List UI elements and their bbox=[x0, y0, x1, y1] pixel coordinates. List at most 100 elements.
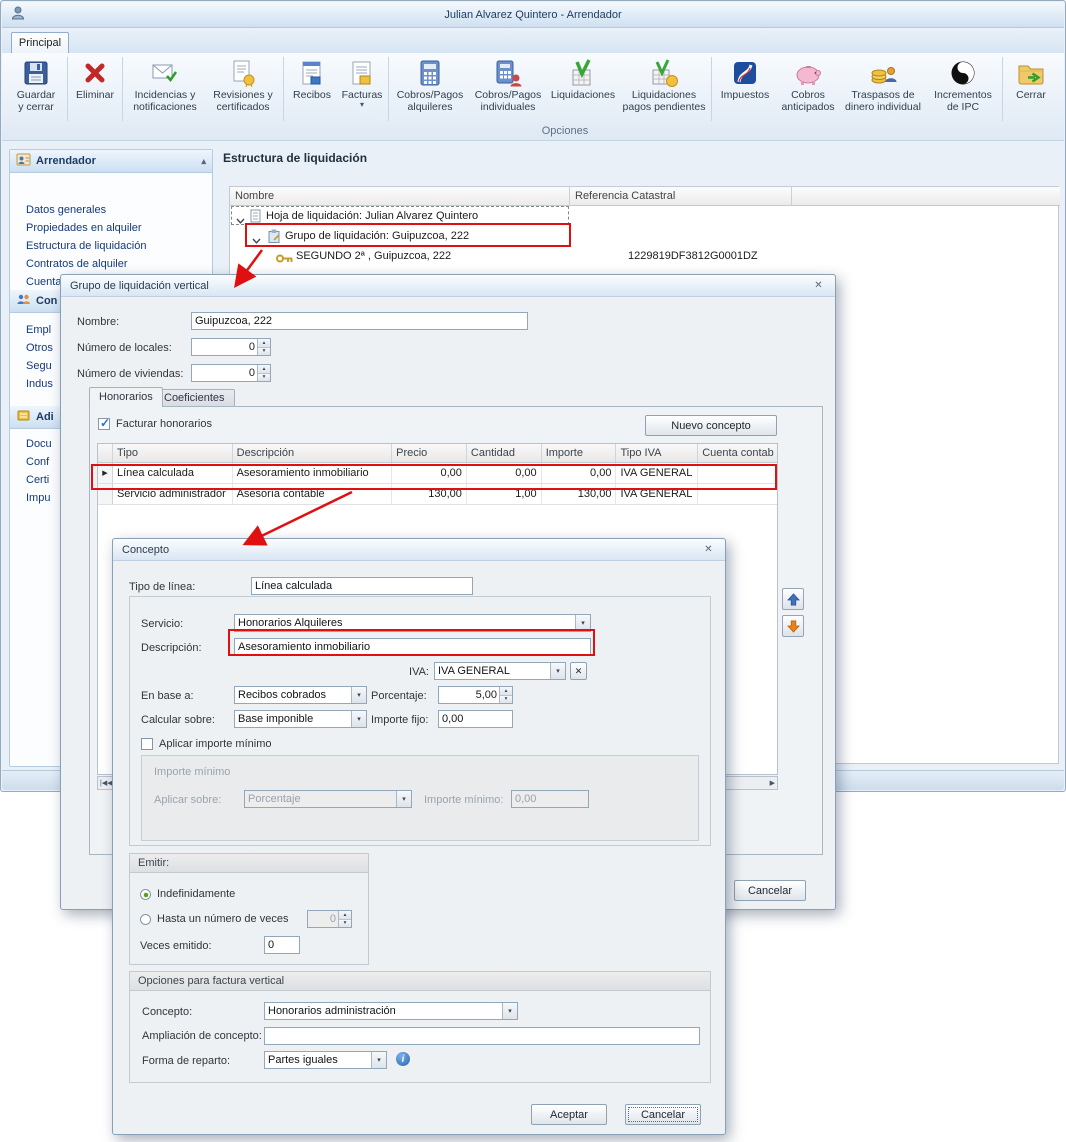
descripcion-input[interactable]: Asesoramiento inmobiliario bbox=[234, 638, 591, 656]
sidebar-item[interactable]: Docu bbox=[26, 438, 52, 450]
hasta-numero-veces-radio[interactable] bbox=[140, 914, 151, 925]
calcular-sobre-select[interactable]: Base imponible▾ bbox=[234, 710, 367, 728]
delete-button[interactable]: Eliminar bbox=[70, 55, 120, 103]
aplicar-importe-minimo-checkbox[interactable] bbox=[141, 738, 153, 750]
viviendas-stepper[interactable]: 0 ▴▾ bbox=[191, 364, 271, 382]
sidebar-item[interactable]: Impu bbox=[26, 492, 50, 504]
facturar-honorarios-checkbox[interactable] bbox=[98, 418, 110, 430]
ampliacion-concepto-input[interactable] bbox=[264, 1027, 700, 1045]
sidebar-item[interactable]: Conf bbox=[26, 456, 49, 468]
grid-header-tipo[interactable]: Tipo bbox=[113, 444, 233, 462]
sidebar-item-propiedades[interactable]: Propiedades en alquiler bbox=[26, 222, 142, 234]
importe-minimo-panel-title: Importe mínimo bbox=[154, 766, 230, 778]
sidebar-item[interactable]: Otros bbox=[26, 342, 53, 354]
advance-payments-button[interactable]: Cobros anticipados bbox=[776, 55, 840, 115]
nuevo-concepto-button[interactable]: Nuevo concepto bbox=[645, 415, 777, 436]
calcular-sobre-label: Calcular sobre: bbox=[141, 714, 215, 726]
tab-coeficientes[interactable]: Coeficientes bbox=[154, 389, 235, 407]
cancel-button[interactable]: Cancelar bbox=[734, 880, 806, 901]
tab-honorarios[interactable]: Honorarios bbox=[89, 387, 163, 407]
ipc-increase-button[interactable]: Incrementos de IPC bbox=[926, 55, 1000, 115]
locales-stepper[interactable]: 0 ▴▾ bbox=[191, 338, 271, 356]
locales-label: Número de locales: bbox=[77, 342, 172, 354]
ribbon-group-label: Opciones bbox=[66, 125, 1064, 137]
forma-reparto-select[interactable]: Partes iguales▾ bbox=[264, 1051, 387, 1069]
individual-payments-button[interactable]: Cobros/Pagos individuales bbox=[469, 55, 547, 115]
iva-select[interactable]: IVA GENERAL▾ bbox=[434, 662, 566, 680]
settlements-button[interactable]: Liquidaciones bbox=[547, 55, 619, 103]
info-icon[interactable]: i bbox=[396, 1052, 410, 1066]
chevron-down-icon[interactable]: ▾ bbox=[550, 663, 565, 679]
grid-header-importe[interactable]: Importe bbox=[542, 444, 617, 462]
certificates-button[interactable]: Revisiones y certificados bbox=[205, 55, 281, 115]
arrendador-icon bbox=[16, 152, 31, 170]
chevron-down-icon[interactable]: ▾ bbox=[575, 615, 590, 631]
close-button[interactable]: Cerrar bbox=[1005, 55, 1057, 103]
importe-fijo-input[interactable]: 0,00 bbox=[438, 710, 513, 728]
grid-header-cantidad[interactable]: Cantidad bbox=[467, 444, 542, 462]
indefinidamente-radio[interactable] bbox=[140, 889, 151, 900]
grid-header-precio[interactable]: Precio bbox=[392, 444, 467, 462]
sidebar-item-contratos[interactable]: Contratos de alquiler bbox=[26, 258, 128, 270]
concepto-select[interactable]: Honorarios administración▾ bbox=[264, 1002, 518, 1020]
grid-header-cuenta[interactable]: Cuenta contab bbox=[698, 444, 777, 462]
scroll-right-icon[interactable]: ▶ bbox=[770, 779, 775, 787]
accept-button[interactable]: Aceptar bbox=[531, 1104, 607, 1125]
porcentaje-stepper[interactable]: 5,00 ▴▾ bbox=[438, 686, 513, 704]
delete-icon bbox=[80, 57, 110, 88]
chevron-down-icon[interactable]: ▾ bbox=[351, 687, 366, 703]
sidebar-section-arrendador[interactable]: Arrendador ▴ bbox=[10, 150, 212, 173]
spin-down-icon[interactable]: ▾ bbox=[258, 374, 270, 382]
rent-payments-button[interactable]: Cobros/Pagos alquileres bbox=[391, 55, 469, 115]
spin-down-icon[interactable]: ▾ bbox=[500, 696, 512, 704]
column-header-referencia[interactable]: Referencia Catastral bbox=[570, 187, 792, 206]
sidebar-item-datos-generales[interactable]: Datos generales bbox=[26, 204, 106, 216]
first-record-icon[interactable]: |◀◀ bbox=[100, 779, 113, 787]
move-up-button[interactable] bbox=[782, 588, 804, 610]
dialog-close-icon[interactable]: ✕ bbox=[811, 280, 826, 291]
tab-principal[interactable]: Principal bbox=[11, 32, 69, 53]
nombre-input[interactable]: Guipuzcoa, 222 bbox=[191, 312, 528, 330]
advance-payments-icon bbox=[793, 57, 823, 88]
grid-row-linea-calculada[interactable]: ▶ Línea calculada Asesoramiento inmobili… bbox=[98, 463, 777, 484]
taxes-button[interactable]: Impuestos bbox=[714, 55, 776, 103]
grid-row-servicio-administrador[interactable]: Servicio administrador Asesoría contable… bbox=[98, 484, 777, 505]
save-close-button[interactable]: Guardar y cerrar bbox=[7, 55, 65, 115]
tree-row-segundo[interactable]: SEGUNDO 2ª , Guipuzcoa, 222 1229819DF381… bbox=[230, 246, 1058, 266]
clear-iva-button[interactable]: ✕ bbox=[570, 662, 587, 680]
spin-up-icon[interactable]: ▴ bbox=[500, 687, 512, 696]
incidents-button[interactable]: Incidencias y notificaciones bbox=[125, 55, 205, 115]
sidebar-item[interactable]: Empl bbox=[26, 324, 51, 336]
veces-emitido-input[interactable]: 0 bbox=[264, 936, 300, 954]
grid-header-tipo-iva[interactable]: Tipo IVA bbox=[616, 444, 698, 462]
sidebar-item[interactable]: Indus bbox=[26, 378, 53, 390]
cancel-button[interactable]: Cancelar bbox=[625, 1104, 701, 1125]
chevron-down-icon[interactable]: ▾ bbox=[351, 711, 366, 727]
column-header-empty[interactable] bbox=[792, 187, 1060, 206]
sidebar-item-estructura[interactable]: Estructura de liquidación bbox=[26, 240, 146, 252]
grid-header-descripcion[interactable]: Descripción bbox=[233, 444, 393, 462]
sidebar-item[interactable]: Segu bbox=[26, 360, 52, 372]
en-base-select[interactable]: Recibos cobrados▾ bbox=[234, 686, 367, 704]
receipts-button[interactable]: Recibos bbox=[286, 55, 338, 103]
spin-up-icon[interactable]: ▴ bbox=[258, 339, 270, 348]
collapse-chevron-icon: ▴ bbox=[201, 156, 206, 167]
pending-settlements-button[interactable]: Liquidaciones pagos pendientes bbox=[619, 55, 709, 115]
money-transfer-button[interactable]: Traspasos de dinero individual bbox=[840, 55, 926, 115]
dialog-close-icon[interactable]: ✕ bbox=[701, 544, 716, 555]
tipo-linea-input[interactable]: Línea calculada bbox=[251, 577, 473, 595]
column-header-nombre[interactable]: Nombre bbox=[230, 187, 570, 206]
spin-down-icon[interactable]: ▾ bbox=[258, 348, 270, 356]
servicio-select[interactable]: Honorarios Alquileres▾ bbox=[234, 614, 591, 632]
incidents-icon bbox=[150, 57, 180, 88]
sidebar-item[interactable]: Certi bbox=[26, 474, 49, 486]
move-down-button[interactable] bbox=[782, 615, 804, 637]
chevron-down-icon[interactable]: ▾ bbox=[371, 1052, 386, 1068]
spin-up-icon[interactable]: ▴ bbox=[258, 365, 270, 374]
invoices-button[interactable]: Facturas ▾ bbox=[338, 55, 386, 110]
additional-icon bbox=[16, 408, 31, 426]
emitir-group: Emitir: Indefinidamente Hasta un número … bbox=[129, 853, 369, 965]
tree-row-grupo-liquidacion[interactable]: Grupo de liquidación: Guipuzcoa, 222 bbox=[230, 226, 1058, 246]
chevron-down-icon[interactable]: ▾ bbox=[502, 1003, 517, 1019]
tree-row-hoja-liquidacion[interactable]: Hoja de liquidación: Julian Alvarez Quin… bbox=[230, 206, 1058, 226]
